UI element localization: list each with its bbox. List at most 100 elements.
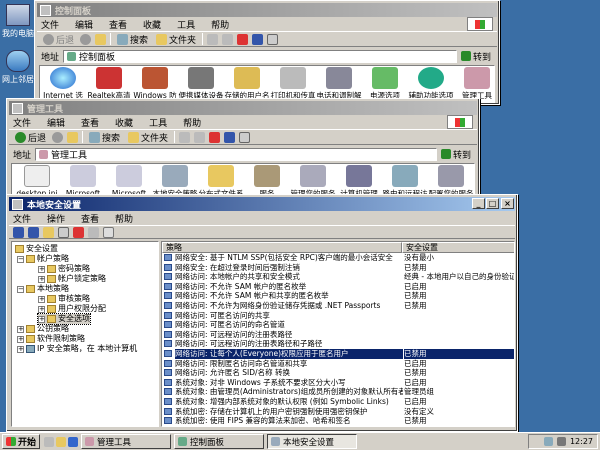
item-portable-media[interactable]: 便携媒体设备: [178, 67, 224, 100]
item-printers-faxes[interactable]: 打印机和传真: [270, 67, 316, 100]
menu-tools[interactable]: 工具: [149, 116, 167, 129]
menu-tools[interactable]: 工具: [177, 18, 195, 31]
menu-help[interactable]: 帮助: [183, 116, 201, 129]
menu-help[interactable]: 帮助: [211, 18, 229, 31]
policy-row[interactable]: 网络访问: 可远程访问的注册表路径和子路径: [162, 339, 514, 349]
help-icon[interactable]: [103, 226, 114, 238]
policy-row[interactable]: 系统加密: 存储在计算机上的用户密钥强制使用强密钥保护 没有定义: [162, 407, 514, 417]
policy-row[interactable]: 网络访问: 不允许 SAM 帐户的匿名枚举 已启用: [162, 282, 514, 292]
back-arrow-icon[interactable]: [13, 226, 24, 238]
policy-row[interactable]: 系统设置: 可选子系统Posix: [162, 426, 514, 427]
policy-row[interactable]: 网络安全: 基于 NTLM SSP(包括安全 RPC)客户端的最小会话安全 没有最…: [162, 253, 514, 263]
policy-row[interactable]: 网络访问: 限制匿名访问命名管道和共享 已启用: [162, 359, 514, 369]
show-desktop-icon[interactable]: [44, 436, 55, 447]
policy-row[interactable]: 网络访问: 不允许 SAM 帐户和共享的匿名枚举 已禁用: [162, 291, 514, 301]
policy-row[interactable]: 网络访问: 允许匿名 SID/名称 转换 已禁用: [162, 368, 514, 378]
folders-button[interactable]: 文件夹: [126, 131, 170, 144]
tree-node-software-restriction[interactable]: + 软件限制策略: [17, 334, 85, 344]
policy-row[interactable]: 网络访问: 可远程访问的注册表路径: [162, 330, 514, 340]
show-hide-tree-icon[interactable]: [58, 226, 69, 238]
menu-favorites[interactable]: 收藏: [143, 18, 161, 31]
copy-to-icon[interactable]: [222, 33, 234, 45]
undo-icon[interactable]: [252, 33, 264, 45]
tree-node-security-settings[interactable]: 安全设置: [15, 244, 58, 254]
menu-file[interactable]: 文件: [13, 212, 31, 225]
menu-action[interactable]: 操作: [47, 212, 65, 225]
task-control-panel[interactable]: 控制面板: [174, 434, 265, 449]
expand-icon[interactable]: +: [17, 335, 24, 343]
desktop-icon-my-computer[interactable]: 我的电脑: [0, 4, 36, 39]
column-header-policy[interactable]: 策略: [162, 242, 402, 253]
desktop-icon-network[interactable]: 网上邻居: [0, 50, 36, 85]
policy-row[interactable]: 系统对象: 由管理员(Administrators)组成员所创建的对象默认所有者…: [162, 387, 514, 397]
up-folder-icon[interactable]: [67, 131, 79, 143]
expand-icon[interactable]: +: [38, 305, 45, 313]
menu-edit[interactable]: 编辑: [75, 18, 93, 31]
folders-button[interactable]: 文件夹: [154, 33, 198, 46]
search-button[interactable]: 搜索: [87, 131, 122, 144]
copy-to-icon[interactable]: [194, 131, 206, 143]
start-button[interactable]: 开始: [2, 434, 41, 449]
close-button[interactable]: ×: [501, 198, 514, 209]
title-bar[interactable]: 管理工具: [9, 101, 477, 115]
minimize-button[interactable]: _: [472, 198, 485, 209]
tree-node-security-options[interactable]: + 安全选项: [37, 313, 91, 325]
item-admin-tools[interactable]: 管理工具: [454, 67, 494, 100]
policy-row[interactable]: 网络访问: 可匿名访问的命名管道: [162, 320, 514, 330]
maximize-button[interactable]: □: [486, 198, 499, 209]
back-button[interactable]: 后退: [13, 131, 48, 144]
search-button[interactable]: 搜索: [115, 33, 150, 46]
expand-icon[interactable]: +: [38, 275, 45, 283]
move-to-icon[interactable]: [207, 33, 219, 45]
policy-row[interactable]: 系统加密: 使用 FIPS 兼容的算法来加密、哈希和签名 已禁用: [162, 416, 514, 426]
clock[interactable]: 12:27: [570, 437, 593, 446]
menu-file[interactable]: 文件: [41, 18, 59, 31]
menu-view[interactable]: 查看: [81, 116, 99, 129]
volume-tray-icon[interactable]: [556, 437, 566, 446]
menu-view[interactable]: 查看: [81, 212, 99, 225]
item-power-options[interactable]: 电源选项: [362, 67, 408, 100]
policy-row[interactable]: 网络访问: 本地帐户的共享和安全模式 经典 - 本地用户以自己的身份验证: [162, 272, 514, 282]
back-button[interactable]: 后退: [41, 33, 76, 46]
go-button[interactable]: 转到: [440, 148, 471, 161]
menu-favorites[interactable]: 收藏: [115, 116, 133, 129]
menu-help[interactable]: 帮助: [115, 212, 133, 225]
column-header-setting[interactable]: 安全设置: [402, 242, 514, 253]
tree-node-account-lockout[interactable]: + 帐户锁定策略: [38, 274, 106, 284]
policy-row[interactable]: 系统对象: 对非 Windows 子系统不要求区分大小写 已启用: [162, 378, 514, 388]
tree-node-public-key[interactable]: + 公钥策略: [17, 324, 69, 334]
expand-icon[interactable]: +: [17, 345, 24, 353]
policy-row[interactable]: 网络安全: 在超过登录时间后强制注销 已禁用: [162, 263, 514, 273]
forward-arrow-icon[interactable]: [28, 226, 39, 238]
ie-icon[interactable]: [68, 436, 79, 447]
expand-icon[interactable]: +: [17, 325, 24, 333]
policy-row[interactable]: 系统对象: 增强内部系统对象的默认权限 (例如 Symbolic Links) 已…: [162, 397, 514, 407]
task-local-security-settings[interactable]: 本地安全设置: [267, 434, 358, 449]
policy-row[interactable]: 网络访问: 让每个人(Everyone)权限应用于匿名用户 已禁用: [162, 349, 514, 359]
up-level-icon[interactable]: [43, 226, 54, 238]
policy-row[interactable]: 网络访问: 不允许为网络身份验证储存凭据或 .NET Passports 已禁用: [162, 301, 514, 311]
tree-node-user-rights[interactable]: + 用户权限分配: [38, 304, 106, 314]
tree-node-ip-security[interactable]: + IP 安全策略，在 本地计算机: [17, 344, 137, 354]
forward-arrow-icon[interactable]: [52, 131, 64, 143]
collapse-icon[interactable]: −: [17, 285, 24, 293]
views-icon[interactable]: [267, 33, 279, 45]
tree-node-audit-policy[interactable]: + 审核策略: [38, 294, 90, 304]
title-bar[interactable]: 控制面板: [37, 3, 497, 17]
title-bar[interactable]: 本地安全设置 _ □ ×: [9, 197, 515, 211]
views-icon[interactable]: [239, 131, 251, 143]
network-tray-icon[interactable]: [543, 437, 553, 446]
undo-icon[interactable]: [224, 131, 236, 143]
menu-edit[interactable]: 编辑: [47, 116, 65, 129]
export-list-icon[interactable]: [88, 226, 99, 238]
task-admin-tools[interactable]: 管理工具: [81, 434, 172, 449]
move-to-icon[interactable]: [179, 131, 191, 143]
address-field[interactable]: 控制面板: [63, 49, 457, 63]
tree-node-local-policies[interactable]: − 本地策略: [17, 284, 69, 294]
expand-icon[interactable]: +: [38, 295, 45, 303]
forward-arrow-icon[interactable]: [80, 33, 92, 45]
go-button[interactable]: 转到: [460, 50, 491, 63]
explorer-icon[interactable]: [56, 436, 67, 447]
tree-node-account-policies[interactable]: − 帐户策略: [17, 254, 69, 264]
delete-icon[interactable]: [73, 226, 84, 238]
